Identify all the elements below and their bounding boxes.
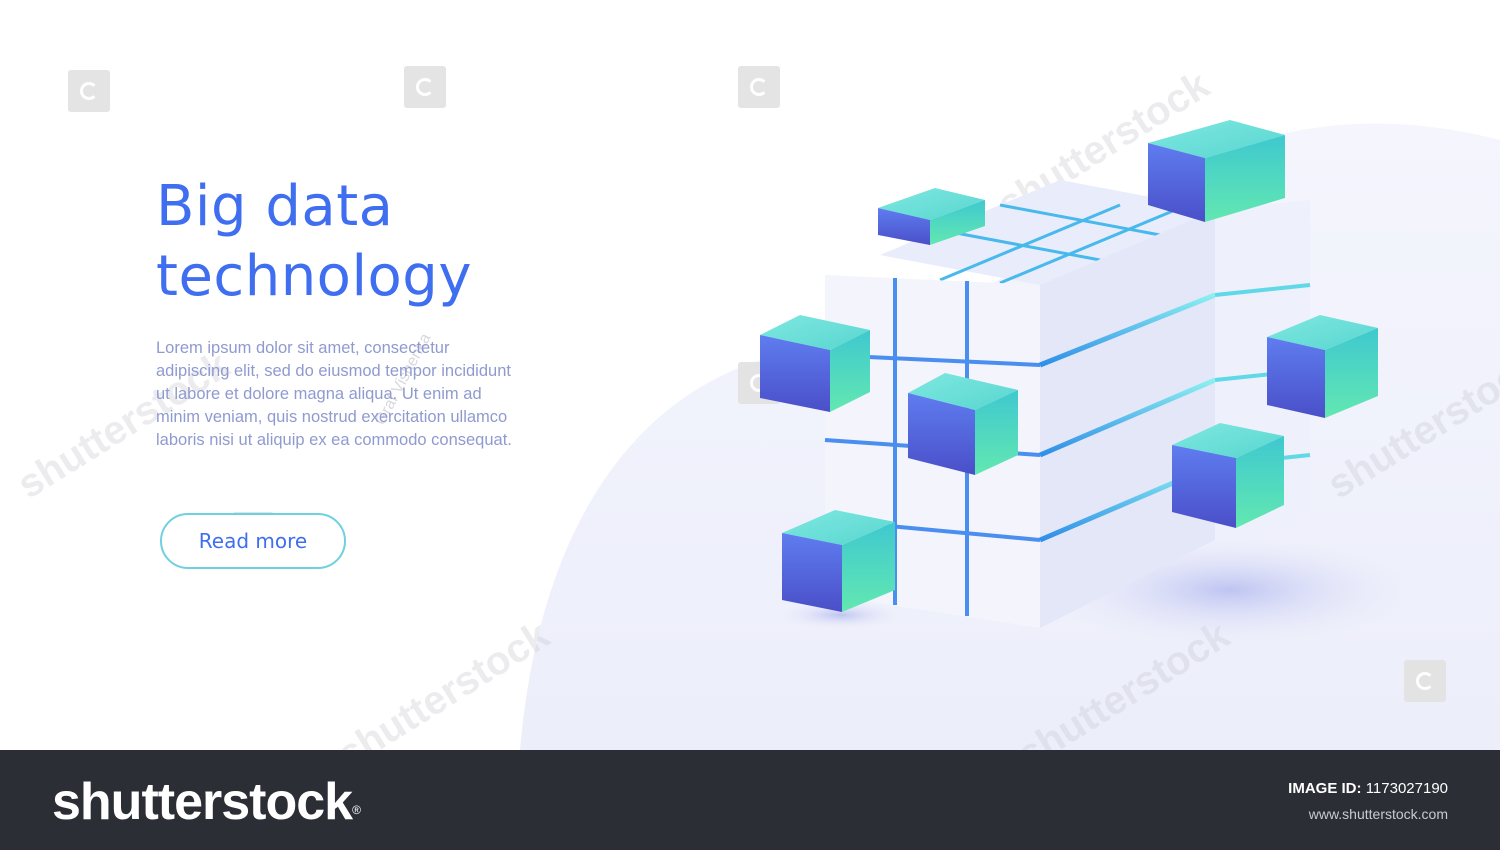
read-more-button[interactable]: Read more: [160, 513, 346, 569]
floating-cube-5: [1267, 315, 1378, 418]
floating-cube-3: [760, 315, 870, 412]
hero-description: Lorem ipsum dolor sit amet, consectetur …: [156, 339, 512, 449]
image-id-value: 1173027190: [1365, 780, 1448, 797]
registered-mark: ®: [352, 803, 361, 817]
watermark-camera-icon: [68, 70, 110, 112]
brand-logo[interactable]: shutterstock®: [52, 772, 361, 832]
page-title: Big data technology: [156, 172, 472, 312]
floating-cube-7: [782, 510, 895, 612]
brand-logo-text: shutterstock: [52, 773, 353, 831]
watermark-camera-icon: [1404, 660, 1446, 702]
footer-bar: shutterstock® IMAGE ID: 1173027190 www.s…: [0, 750, 1500, 850]
image-id-label: IMAGE ID:: [1288, 780, 1362, 797]
floating-cube-6: [1172, 423, 1284, 528]
site-url-link[interactable]: www.shutterstock.com: [1309, 806, 1448, 822]
headline-line-2: technology: [156, 244, 472, 309]
floating-cube-4: [908, 373, 1018, 475]
image-id: IMAGE ID: 1173027190: [1288, 780, 1448, 797]
headline-line-1: Big data: [156, 174, 394, 239]
hero-banner: shutterstock shutterstock shutterstock s…: [0, 0, 1500, 750]
cube-illustration: [760, 120, 1400, 645]
watermark-camera-icon: [404, 66, 446, 108]
